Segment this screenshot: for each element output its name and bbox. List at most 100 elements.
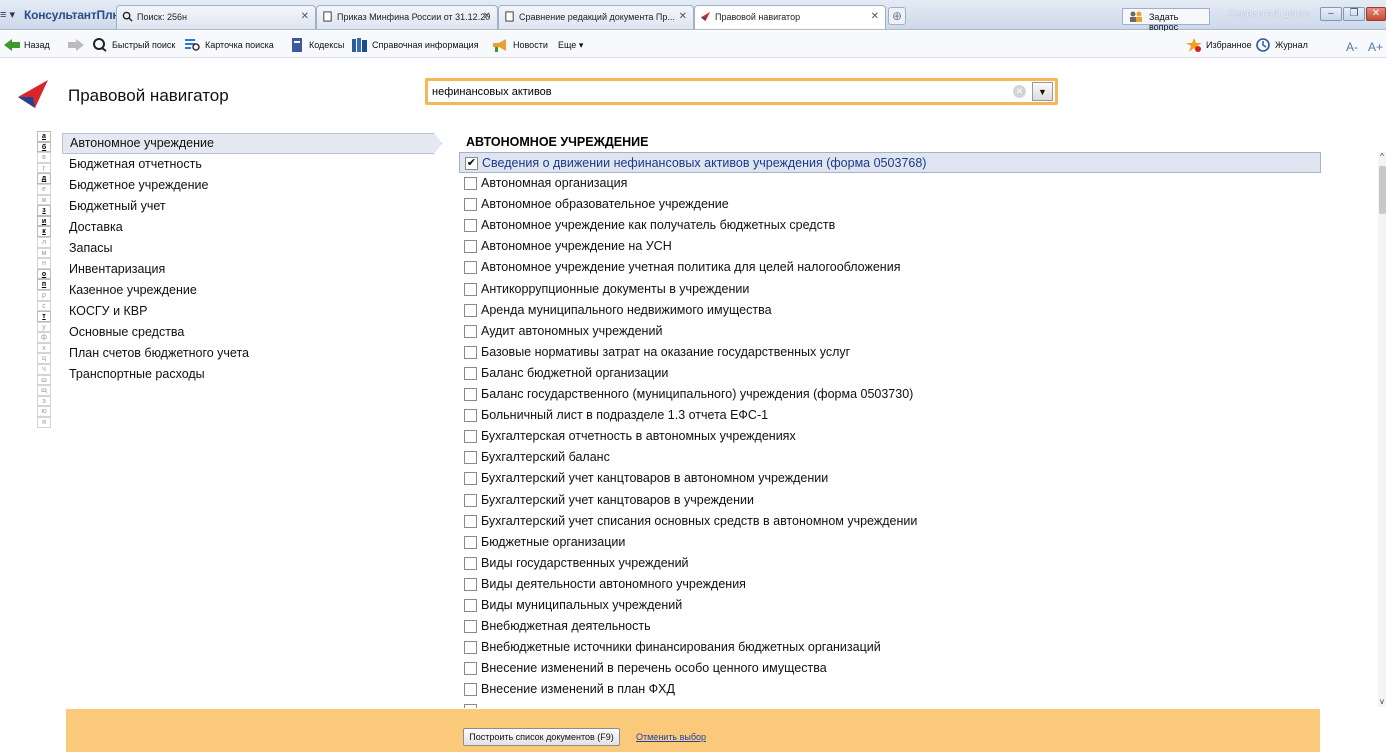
checkbox[interactable] xyxy=(464,514,477,528)
app-menu-button[interactable]: ≡ ▾ xyxy=(0,8,22,21)
list-item[interactable]: Автономное учреждение как получатель бюд… xyxy=(459,215,1321,236)
category-item[interactable]: Автономное учреждение xyxy=(62,133,442,154)
list-item[interactable]: Внесение изменений в план ФХД xyxy=(459,679,1321,700)
list-item[interactable]: ✔ Сведения о движении нефинансовых активо… xyxy=(459,152,1321,174)
checkbox[interactable] xyxy=(464,282,477,296)
list-item[interactable]: Автономное учреждение на УСН xyxy=(459,236,1321,257)
list-item[interactable]: Больничный лист в подразделе 1.3 отчета … xyxy=(459,405,1321,426)
category-item[interactable]: Запасы xyxy=(62,238,442,259)
list-item[interactable]: Внебюджетные источники финансирования бю… xyxy=(459,637,1321,658)
category-item[interactable]: Доставка xyxy=(62,217,442,238)
search-dropdown-button[interactable]: ▼ xyxy=(1032,82,1053,101)
close-icon[interactable]: ✕ xyxy=(871,11,879,22)
checkbox[interactable] xyxy=(464,261,477,275)
checkbox[interactable] xyxy=(464,388,477,402)
search-card-button[interactable]: Карточка поиска xyxy=(185,36,274,54)
close-icon[interactable]: ✕ xyxy=(301,11,309,22)
checkbox[interactable] xyxy=(464,198,477,212)
list-item[interactable]: Бюджетные организации xyxy=(459,532,1321,553)
checkbox[interactable] xyxy=(464,535,477,549)
list-item[interactable]: Антикоррупционные документы в учреждении xyxy=(459,279,1321,300)
list-item[interactable]: Виды муниципальных учреждений xyxy=(459,595,1321,616)
ask-question-button[interactable]: Задать вопрос xyxy=(1122,8,1210,32)
checkbox[interactable] xyxy=(464,177,477,191)
checkbox[interactable] xyxy=(464,324,477,338)
maximize-button[interactable]: ❐ xyxy=(1343,7,1365,21)
cancel-selection-link[interactable]: Отменить выбор xyxy=(636,732,706,742)
category-item[interactable]: Транспортные расходы xyxy=(62,364,442,385)
checkbox[interactable] xyxy=(464,430,477,444)
list-item[interactable] xyxy=(459,700,1321,708)
close-icon[interactable]: ✕ xyxy=(679,11,687,22)
category-item[interactable]: Бюджетная отчетность xyxy=(62,154,442,175)
list-item[interactable]: Автономная организация xyxy=(459,173,1321,194)
list-item[interactable]: Автономное учреждение учетная политика д… xyxy=(459,257,1321,278)
checkbox[interactable] xyxy=(464,620,477,634)
alphabet-letter[interactable]: з xyxy=(37,205,51,216)
tab-order[interactable]: Приказ Минфина России от 31.12.20 ✕ xyxy=(316,5,498,29)
new-tab-button[interactable]: ⊕ xyxy=(888,7,906,25)
scroll-up-icon[interactable]: ^ xyxy=(1378,152,1386,162)
list-item[interactable]: Бухгалтерская отчетность в автономных уч… xyxy=(459,426,1321,447)
list-item[interactable]: Бухгалтерский учет канцтоваров в автоном… xyxy=(459,468,1321,489)
build-list-button[interactable]: Построить список документов (F9) xyxy=(463,728,620,746)
font-increase-button[interactable]: A+ xyxy=(1368,40,1383,54)
tab-compare[interactable]: Сравнение редакций документа Пр... ✕ xyxy=(498,5,694,29)
category-item[interactable]: Казенное учреждение xyxy=(62,280,442,301)
minimize-button[interactable]: – xyxy=(1320,7,1342,21)
list-item[interactable]: Базовые нормативы затрат на оказание гос… xyxy=(459,342,1321,363)
back-button[interactable]: Назад xyxy=(4,36,50,54)
checkbox[interactable] xyxy=(464,598,477,612)
checkbox[interactable] xyxy=(464,662,477,676)
service-center-link[interactable]: Сервисный центр xyxy=(1214,9,1310,20)
list-item[interactable]: Внесение изменений в перечень особо ценн… xyxy=(459,658,1321,679)
checkbox[interactable] xyxy=(464,556,477,570)
checkbox[interactable] xyxy=(464,493,477,507)
checkbox[interactable] xyxy=(464,409,477,423)
alphabet-letter[interactable]: о xyxy=(37,268,51,280)
scroll-thumb[interactable] xyxy=(1379,166,1386,214)
checkbox[interactable] xyxy=(464,577,477,591)
quick-search-button[interactable]: Быстрый поиск xyxy=(92,36,175,54)
category-item[interactable]: Инвентаризация xyxy=(62,259,442,280)
alphabet-letter[interactable]: б xyxy=(37,141,51,153)
close-icon[interactable]: ✕ xyxy=(483,11,491,22)
clear-icon[interactable]: ✕ xyxy=(1013,85,1026,98)
forward-button[interactable] xyxy=(68,36,88,54)
alphabet-letter[interactable]: к xyxy=(37,226,51,237)
list-item[interactable]: Аренда муниципального недвижимого имущес… xyxy=(459,300,1321,321)
scrollbar[interactable]: ^ v xyxy=(1378,152,1386,707)
category-item[interactable]: Основные средства xyxy=(62,322,442,343)
codes-button[interactable]: Кодексы xyxy=(289,36,344,54)
reference-button[interactable]: Справочная информация xyxy=(352,36,479,54)
tab-search[interactable]: Поиск: 256н ✕ xyxy=(116,5,316,29)
list-item[interactable]: Баланс государственного (муниципального)… xyxy=(459,384,1321,405)
alphabet-letter[interactable]: п xyxy=(37,279,51,290)
checkbox[interactable] xyxy=(464,704,477,708)
tab-navigator[interactable]: Правовой навигатор ✕ xyxy=(694,5,886,29)
category-item[interactable]: Бюджетное учреждение xyxy=(62,175,442,196)
font-decrease-button[interactable]: A- xyxy=(1346,40,1358,54)
checkbox[interactable] xyxy=(464,303,477,317)
checkbox[interactable] xyxy=(464,240,477,254)
checkbox[interactable] xyxy=(464,472,477,486)
more-menu-button[interactable]: Еще ▾ xyxy=(538,36,583,54)
checkbox[interactable] xyxy=(464,641,477,655)
scroll-down-icon[interactable]: v xyxy=(1378,697,1386,707)
checkbox[interactable] xyxy=(464,451,477,465)
list-item[interactable]: Бухгалтерский баланс xyxy=(459,447,1321,468)
checkbox[interactable] xyxy=(464,366,477,380)
journal-button[interactable]: Журнал xyxy=(1255,36,1308,54)
list-item[interactable]: Автономное образовательное учреждение xyxy=(459,194,1321,215)
list-item[interactable]: Виды деятельности автономного учреждения xyxy=(459,574,1321,595)
alphabet-letter[interactable]: д xyxy=(37,173,51,184)
search-input[interactable] xyxy=(432,82,1002,101)
favorites-button[interactable]: Избранное xyxy=(1186,36,1252,54)
list-item[interactable]: Виды государственных учреждений xyxy=(459,553,1321,574)
list-item[interactable]: Бухгалтерский учет списания основных сре… xyxy=(459,511,1321,532)
window-close-button[interactable]: ✕ xyxy=(1366,7,1386,21)
list-item[interactable]: Аудит автономных учреждений xyxy=(459,321,1321,342)
category-item[interactable]: Бюджетный учет xyxy=(62,196,442,217)
checkbox[interactable] xyxy=(464,345,477,359)
checkbox[interactable] xyxy=(464,219,477,233)
